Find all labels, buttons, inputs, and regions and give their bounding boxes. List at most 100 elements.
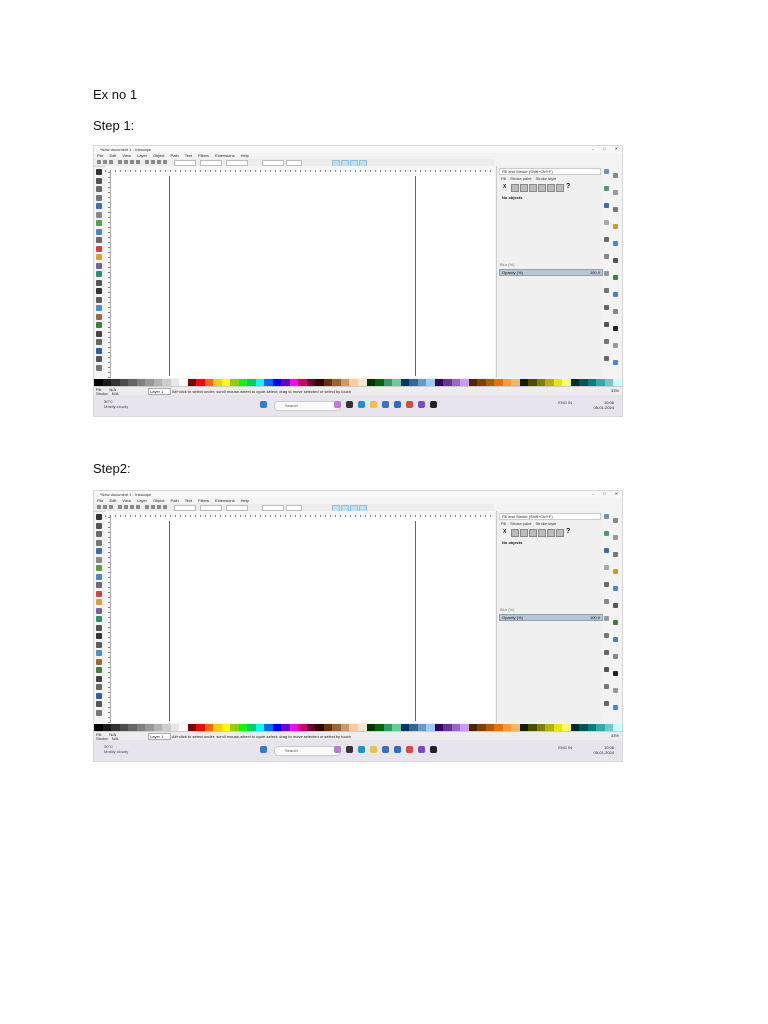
opacity-value[interactable]: 100.0 <box>590 615 600 620</box>
flat-color-button[interactable] <box>511 184 519 192</box>
command-icon[interactable] <box>613 326 618 331</box>
palette-swatch[interactable] <box>162 379 171 386</box>
palette-swatch[interactable] <box>119 379 129 386</box>
command-icon[interactable] <box>613 637 618 642</box>
opacity-slider[interactable]: Opacity (%) 100.0 <box>499 614 603 621</box>
raise-icon[interactable] <box>151 505 155 509</box>
palette-swatch[interactable] <box>264 379 273 386</box>
tool-icon[interactable] <box>96 186 102 192</box>
palette-swatch[interactable] <box>204 379 214 386</box>
tool-icon[interactable] <box>96 237 102 243</box>
palette-swatch[interactable] <box>179 724 188 731</box>
command-icon[interactable] <box>613 569 618 574</box>
command-icon[interactable] <box>604 186 609 191</box>
palette-swatch[interactable] <box>128 379 137 386</box>
palette-swatch[interactable] <box>349 379 358 386</box>
palette-swatch[interactable] <box>400 379 410 386</box>
tool-icon[interactable] <box>96 590 102 597</box>
palette-swatch[interactable] <box>366 724 376 731</box>
palette-swatch[interactable] <box>196 724 205 731</box>
tool-icon[interactable] <box>96 522 102 529</box>
tab-stroke-style[interactable]: Stroke style <box>535 176 556 181</box>
flip-vertical-icon[interactable] <box>136 160 140 164</box>
unset-paint-icon[interactable]: ? <box>566 183 570 190</box>
palette-swatch[interactable] <box>340 379 350 386</box>
palette-swatch[interactable] <box>196 379 205 386</box>
palette-swatch[interactable] <box>570 379 580 386</box>
palette-swatch[interactable] <box>392 724 401 731</box>
deselect-icon[interactable] <box>109 160 113 164</box>
tool-icon[interactable] <box>96 211 102 218</box>
palette-swatch[interactable] <box>545 379 554 386</box>
zoom-field[interactable]: 33% <box>611 388 619 393</box>
palette-swatch[interactable] <box>187 379 197 386</box>
palette-swatch[interactable] <box>519 379 529 386</box>
palette-swatch[interactable] <box>443 724 452 731</box>
close-icon[interactable]: ✕ <box>615 491 618 498</box>
command-icon[interactable] <box>604 701 609 706</box>
lower-to-bottom-icon[interactable] <box>163 160 167 164</box>
palette-swatch[interactable] <box>570 724 580 731</box>
command-icon[interactable] <box>604 667 609 672</box>
tool-icon[interactable] <box>96 305 102 311</box>
palette-swatch[interactable] <box>136 724 146 731</box>
mail-icon[interactable] <box>394 401 401 408</box>
palette-swatch[interactable] <box>238 724 248 731</box>
command-icon[interactable] <box>604 271 609 276</box>
command-icon[interactable] <box>613 603 618 608</box>
command-icon[interactable] <box>613 292 618 297</box>
pattern-button[interactable] <box>547 184 555 192</box>
palette-swatch[interactable] <box>111 379 120 386</box>
command-icon[interactable] <box>613 620 618 625</box>
palette-swatch[interactable] <box>604 724 614 731</box>
command-icon[interactable] <box>613 309 618 314</box>
rotate-cw-icon[interactable] <box>124 505 128 509</box>
palette-swatch[interactable] <box>502 379 512 386</box>
no-paint-button[interactable]: X <box>503 529 506 535</box>
lower-icon[interactable] <box>157 160 161 164</box>
palette-swatch[interactable] <box>272 379 282 386</box>
palette-swatch[interactable] <box>460 379 469 386</box>
palette-swatch[interactable] <box>281 724 290 731</box>
palette-swatch[interactable] <box>136 379 146 386</box>
command-icon[interactable] <box>604 254 609 259</box>
command-icon[interactable] <box>613 705 618 710</box>
palette-swatch[interactable] <box>562 379 571 386</box>
palette-swatch[interactable] <box>102 724 112 731</box>
command-icon[interactable] <box>604 599 609 604</box>
palette-swatch[interactable] <box>179 379 188 386</box>
rotate-ccw-icon[interactable] <box>118 505 122 509</box>
tool-icon[interactable] <box>96 624 102 631</box>
tool-icon[interactable] <box>96 228 102 235</box>
command-icon[interactable] <box>613 190 618 195</box>
palette-swatch[interactable] <box>434 379 444 386</box>
palette-swatch[interactable] <box>247 724 256 731</box>
palette-swatch[interactable] <box>221 724 231 731</box>
tool-icon[interactable] <box>96 709 102 716</box>
start-icon[interactable] <box>260 401 267 408</box>
palette-swatch[interactable] <box>323 724 333 731</box>
minimize-icon[interactable]: – <box>592 146 594 153</box>
tool-icon[interactable] <box>96 633 102 639</box>
flip-vertical-icon[interactable] <box>136 505 140 509</box>
palette-swatch[interactable] <box>255 724 265 731</box>
raise-to-top-icon[interactable] <box>145 505 149 509</box>
tool-icon[interactable] <box>96 364 102 371</box>
command-icon[interactable] <box>613 586 618 591</box>
edge-icon[interactable] <box>358 746 365 753</box>
task-view-icon[interactable] <box>346 746 353 753</box>
tool-icon[interactable] <box>96 203 102 209</box>
palette-swatch[interactable] <box>587 379 597 386</box>
maximize-icon[interactable]: □ <box>603 491 605 498</box>
tool-icon[interactable] <box>96 288 102 294</box>
command-icon[interactable] <box>613 654 618 659</box>
palette-swatch[interactable] <box>111 724 120 731</box>
command-icon[interactable] <box>604 514 609 519</box>
command-icon[interactable] <box>604 356 609 361</box>
tool-icon[interactable] <box>96 667 102 673</box>
palette-swatch[interactable] <box>119 724 129 731</box>
palette-swatch[interactable] <box>213 379 222 386</box>
command-icon[interactable] <box>613 360 618 365</box>
file-explorer-icon[interactable] <box>370 746 377 753</box>
tool-icon[interactable] <box>96 582 102 588</box>
